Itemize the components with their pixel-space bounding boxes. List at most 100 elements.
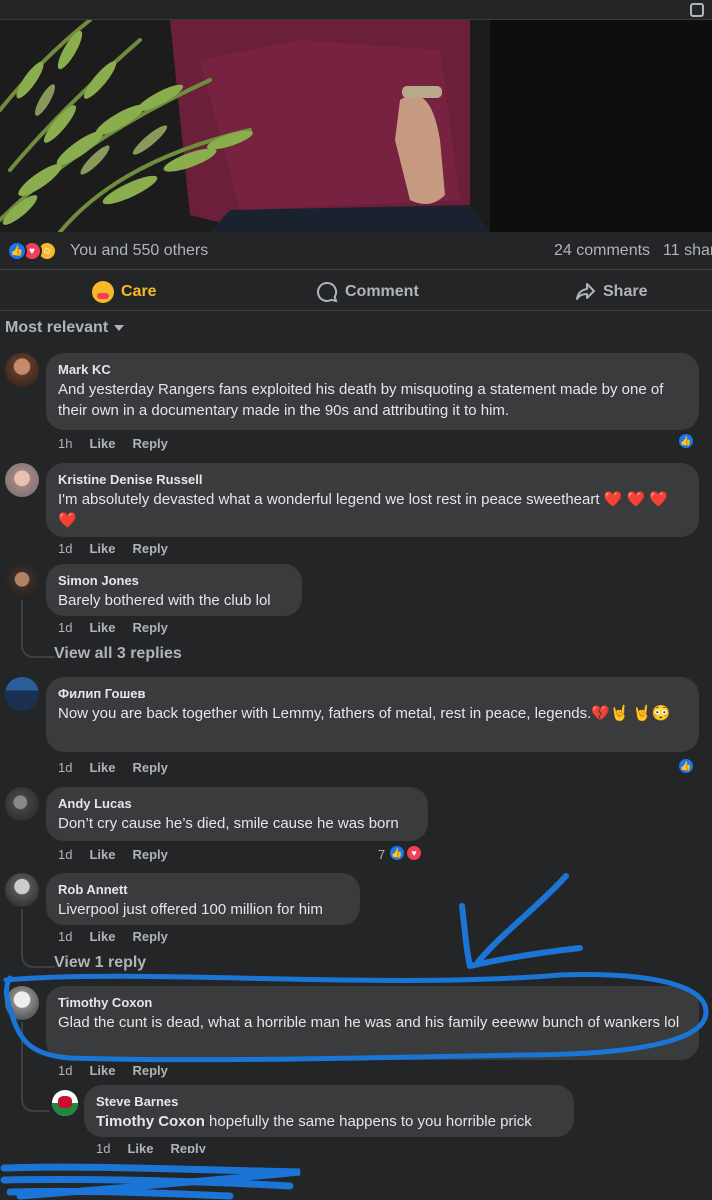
comment-meta: 1d Like Reply [58, 847, 168, 862]
reaction-icons[interactable]: 👍 ♥ ☺ [7, 241, 67, 261]
chevron-down-icon [114, 325, 125, 331]
reply-time[interactable]: 1d [96, 1141, 110, 1153]
avatar[interactable] [52, 1090, 78, 1116]
avatar[interactable] [5, 564, 39, 598]
comment-text: And yesterday Rangers fans exploited his… [58, 381, 664, 419]
comment-time[interactable]: 1d [58, 847, 72, 862]
comment-meta: 1d Like Reply [58, 760, 168, 775]
comment-bubble: Mark KC And yesterday Rangers fans explo… [46, 353, 699, 430]
avatar[interactable] [5, 787, 39, 821]
comment-time[interactable]: 1d [58, 1063, 72, 1078]
window-icon[interactable] [690, 3, 704, 17]
comment-count[interactable]: 24 comments [554, 242, 650, 259]
like-link[interactable]: Like [89, 541, 115, 556]
post-photo[interactable] [0, 0, 712, 232]
comment-meta: 1d Like Reply [58, 929, 168, 944]
comment-author[interactable]: Mark KC [58, 361, 687, 379]
reply-link[interactable]: Reply [170, 1141, 205, 1153]
love-icon[interactable]: ♥ [405, 844, 423, 862]
annotation-arrow-head [459, 903, 583, 969]
like-icon[interactable]: 👍 [388, 844, 406, 862]
comment-text: I'm absolutely devasted what a wonderful… [58, 491, 669, 529]
reply-author[interactable]: Steve Barnes [96, 1093, 562, 1111]
annotation-arrow [475, 873, 569, 965]
like-link[interactable]: Like [89, 760, 115, 775]
avatar[interactable] [5, 873, 39, 907]
comment-sort-dropdown[interactable]: Most relevant [5, 319, 125, 337]
comment-author[interactable]: Rob Annett [58, 881, 348, 899]
share-count[interactable]: 11 shar [663, 242, 712, 259]
comment-meta: 1d Like Reply [58, 541, 168, 556]
top-bar [0, 0, 712, 20]
thread-line [21, 1022, 23, 1098]
comment-button[interactable]: Comment [316, 281, 419, 303]
avatar[interactable] [5, 463, 39, 497]
share-icon [576, 283, 595, 300]
view-replies-link[interactable]: View 1 reply [54, 954, 146, 972]
share-button[interactable]: Share [574, 281, 647, 303]
reply-link[interactable]: Reply [132, 760, 167, 775]
view-replies-link[interactable]: View all 3 replies [54, 645, 182, 663]
like-link[interactable]: Like [89, 620, 115, 635]
avatar[interactable] [5, 986, 39, 1020]
like-icon: 👍 [7, 241, 27, 261]
comment-time[interactable]: 1d [58, 929, 72, 944]
reaction-count[interactable]: 7 [378, 847, 385, 862]
mention-link[interactable]: Timothy Coxon [96, 1113, 205, 1130]
reaction-summary[interactable]: You and 550 others [70, 242, 208, 260]
comment-meta: 1h Like Reply [58, 436, 168, 451]
like-link[interactable]: Like [89, 1063, 115, 1078]
thread-connector [21, 950, 55, 968]
comment-text: Don’t cry cause he’s died, smile cause h… [58, 815, 399, 832]
reply-body: hopefully the same happens to you horrib… [204, 1113, 532, 1130]
bottom-bar [0, 1158, 712, 1200]
photo-image [0, 20, 712, 232]
reply-link[interactable]: Reply [132, 541, 167, 556]
action-bar: Care Comment Share [0, 271, 712, 311]
care-label: Care [121, 283, 157, 300]
comment-author[interactable]: Kristine Denise Russell [58, 471, 687, 489]
comment-bubble: Timothy Coxon Glad the cunt is dead, wha… [46, 986, 699, 1060]
like-link[interactable]: Like [127, 1141, 153, 1153]
like-link[interactable]: Like [89, 847, 115, 862]
comment-text: Now you are back together with Lemmy, fa… [58, 705, 671, 722]
reply-link[interactable]: Reply [132, 929, 167, 944]
reply-link[interactable]: Reply [132, 620, 167, 635]
avatar[interactable] [5, 677, 39, 711]
comment-time[interactable]: 1h [58, 436, 72, 451]
sort-label: Most relevant [5, 319, 109, 336]
post-stats: 👍 ♥ ☺ You and 550 others 24 comments 11 s… [0, 232, 712, 270]
like-link[interactable]: Like [89, 929, 115, 944]
reply-bubble: Steve Barnes Timothy Coxon hopefully the… [84, 1085, 574, 1137]
comment-time[interactable]: 1d [58, 620, 72, 635]
comment-bubble: Rob Annett Liverpool just offered 100 mi… [46, 873, 360, 925]
comment-time[interactable]: 1d [58, 541, 72, 556]
comment-label: Comment [345, 283, 419, 300]
comment-bubble: Kristine Denise Russell I'm absolutely d… [46, 463, 699, 537]
comment-author[interactable]: Andy Lucas [58, 795, 416, 813]
like-link[interactable]: Like [89, 436, 115, 451]
comment-time[interactable]: 1d [58, 760, 72, 775]
care-icon [92, 281, 114, 303]
comment-text: Barely bothered with the club lol [58, 592, 271, 609]
like-icon[interactable]: 👍 [677, 757, 695, 775]
share-label: Share [603, 283, 648, 300]
like-icon[interactable]: 👍 [677, 432, 695, 450]
avatar[interactable] [5, 353, 39, 387]
comment-meta: 1d Like Reply [58, 1063, 168, 1078]
comment-author[interactable]: Timothy Coxon [58, 994, 687, 1012]
comment-author[interactable]: Филип Гошев [58, 685, 687, 703]
reply-link[interactable]: Reply [132, 436, 167, 451]
comment-text: Glad the cunt is dead, what a horrible m… [58, 1014, 680, 1031]
reply-link[interactable]: Reply [132, 1063, 167, 1078]
comment-author[interactable]: Simon Jones [58, 572, 290, 590]
comment-text: Liverpool just offered 100 million for h… [58, 901, 323, 918]
care-button[interactable]: Care [92, 281, 157, 303]
reply-link[interactable]: Reply [132, 847, 167, 862]
comment-bubble: Филип Гошев Now you are back together wi… [46, 677, 699, 752]
engagement-counts: 24 comments 11 shar [554, 242, 712, 260]
reply-text: Timothy Coxon hopefully the same happens… [96, 1111, 562, 1132]
comment-bubble: Simon Jones Barely bothered with the clu… [46, 564, 302, 616]
comment-icon [317, 281, 338, 303]
comment-meta: 1d Like Reply [58, 620, 168, 635]
